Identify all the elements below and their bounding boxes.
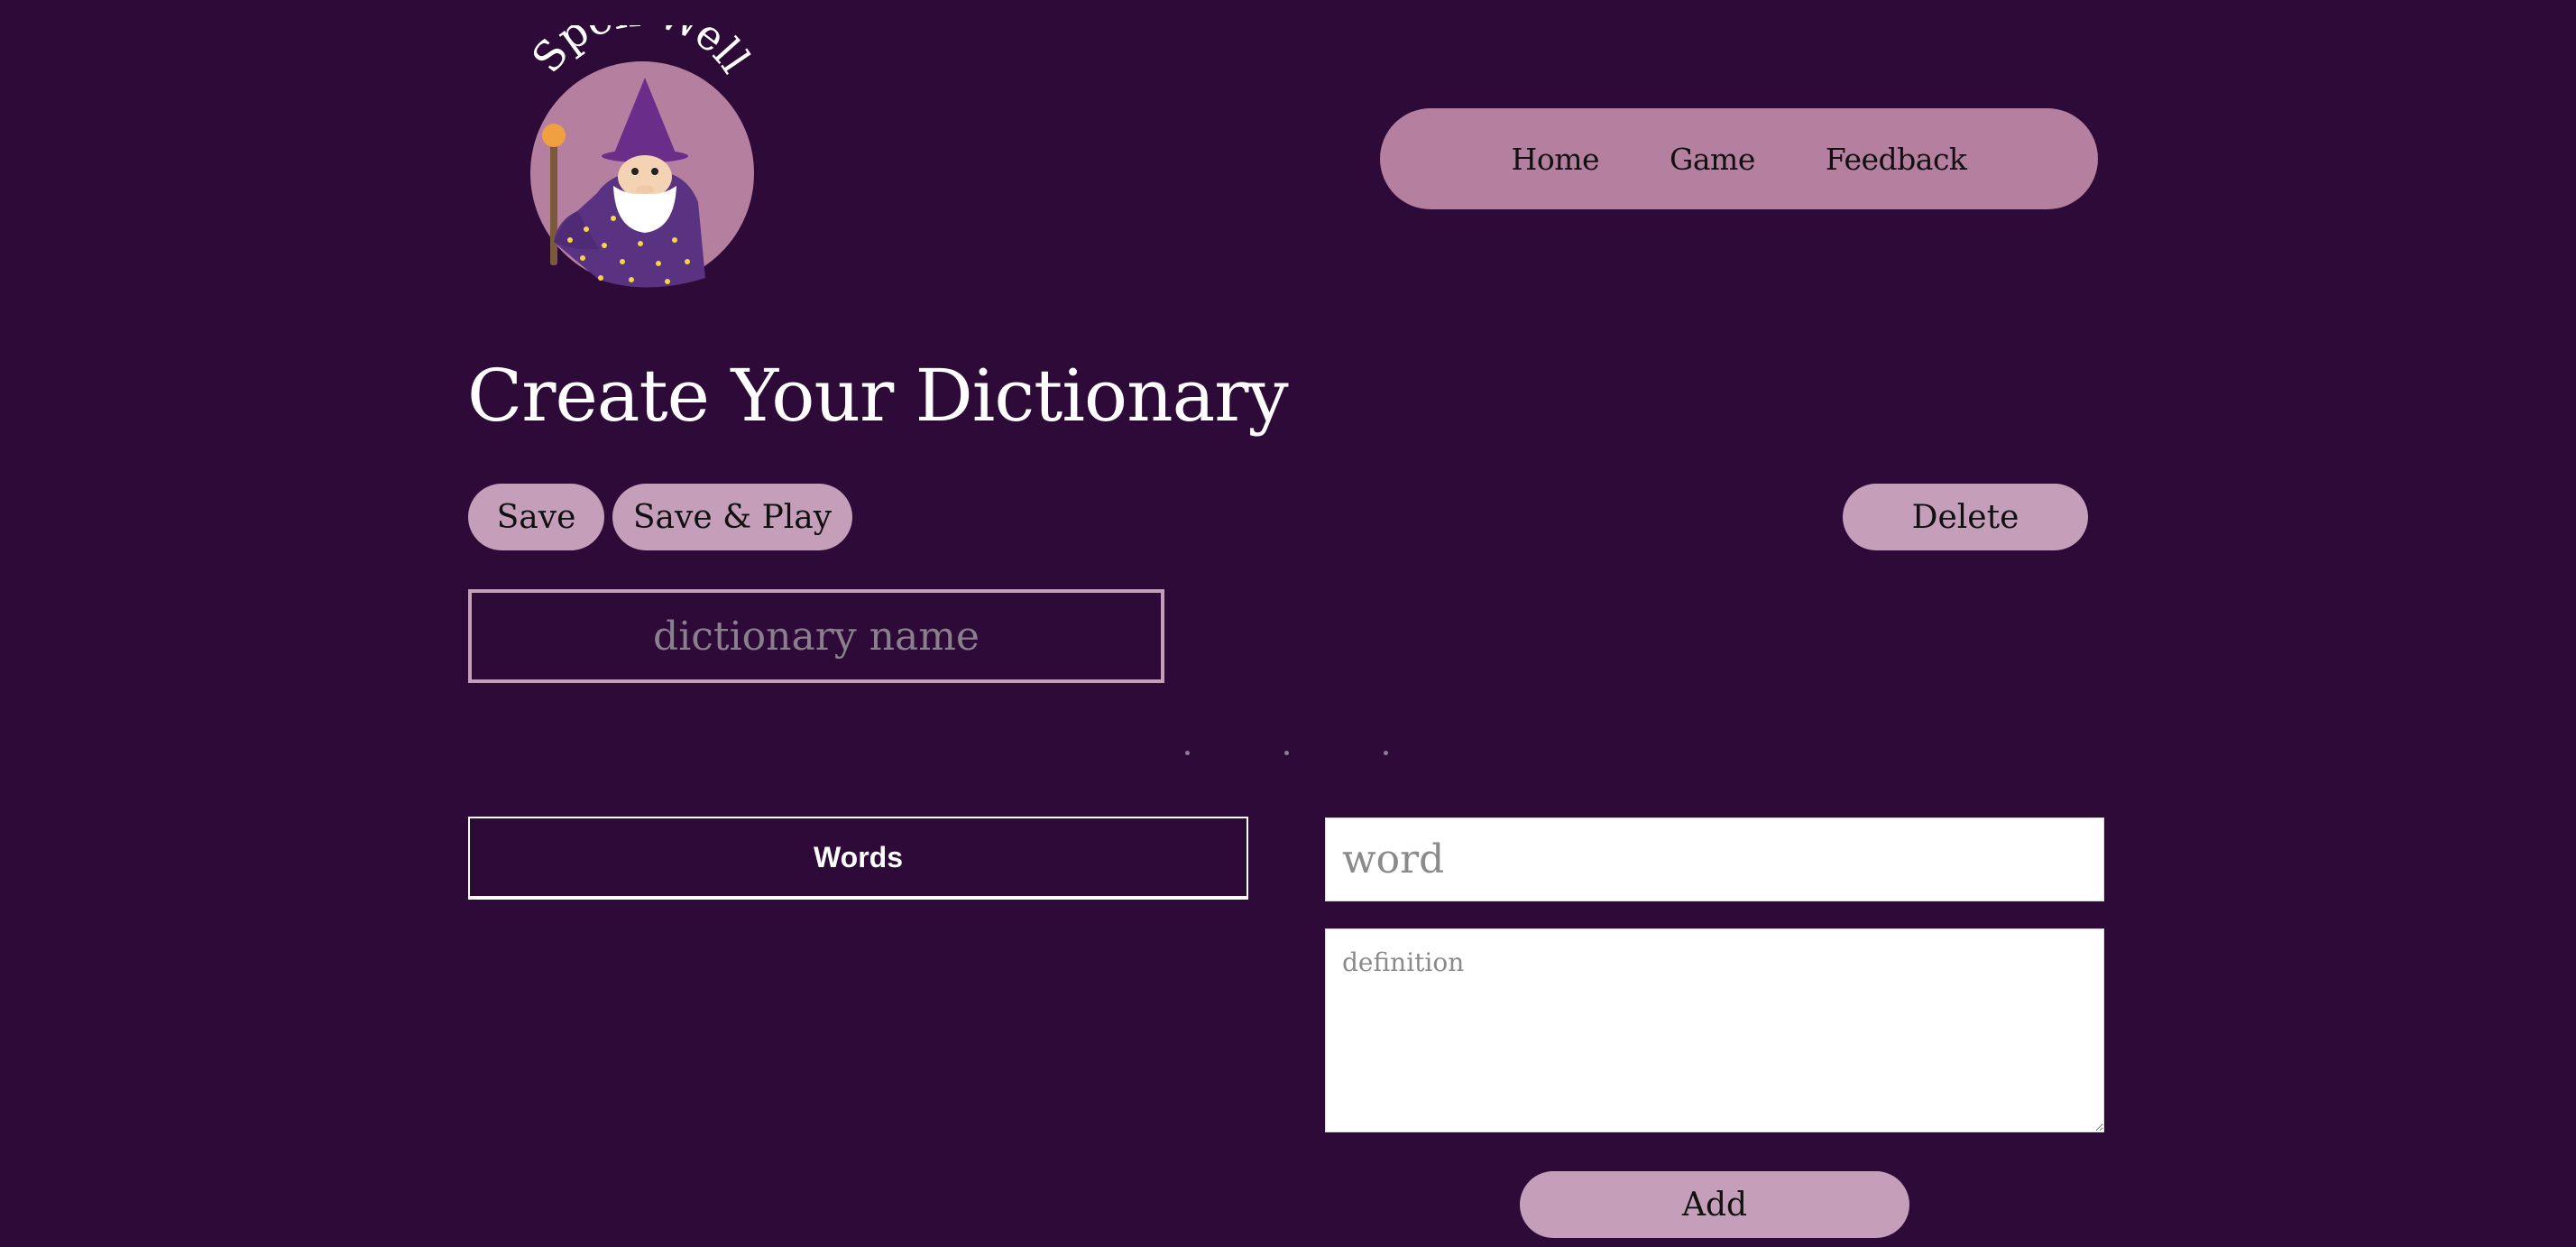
nav-home-link[interactable]: Home — [1512, 142, 1600, 177]
wizard-logo-image: Spell Well — [522, 25, 759, 288]
save-button[interactable]: Save — [468, 484, 604, 550]
add-word-button[interactable]: Add — [1520, 1171, 1909, 1238]
delete-button[interactable]: Delete — [1843, 484, 2088, 550]
loading-indicator — [1182, 751, 1398, 758]
nav-game-link[interactable]: Game — [1670, 142, 1755, 177]
word-input[interactable] — [1325, 817, 2104, 901]
staff-orb — [542, 124, 566, 147]
main-nav: Home Game Feedback — [1380, 108, 2098, 209]
page-title: Create Your Dictionary — [467, 354, 1289, 438]
dictionary-name-input[interactable] — [468, 589, 1164, 683]
save-and-play-button[interactable]: Save & Play — [612, 484, 852, 550]
spell-well-logo[interactable]: Spell Well — [514, 25, 767, 296]
nav-feedback-link[interactable]: Feedback — [1826, 142, 1967, 177]
definition-input[interactable] — [1325, 928, 2104, 1132]
loading-dot — [1284, 751, 1289, 755]
words-list-header: Words — [468, 817, 1248, 900]
loading-dot — [1384, 751, 1388, 755]
page: Spell Well — [0, 0, 2576, 1247]
loading-dot — [1185, 751, 1190, 755]
staff — [550, 132, 557, 265]
